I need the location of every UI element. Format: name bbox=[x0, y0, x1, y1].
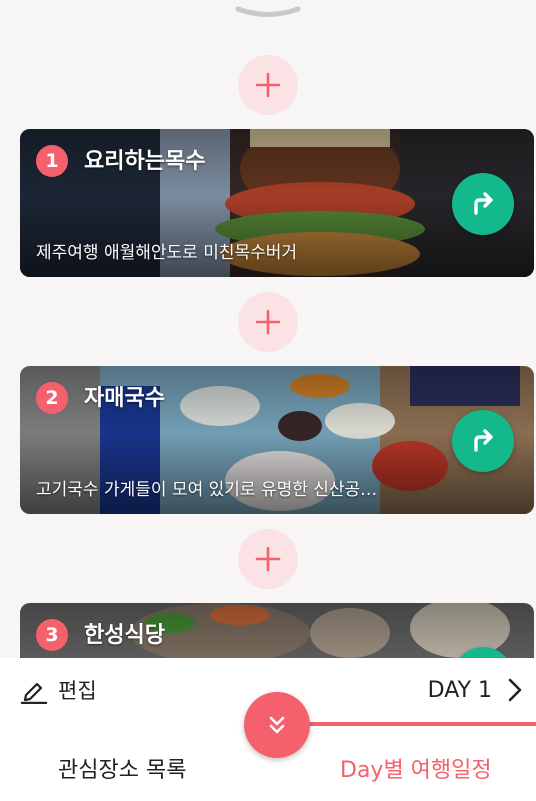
place-card[interactable]: 1 요리하는목수 제주여행 애월해안도로 미친목수버거 bbox=[20, 129, 534, 277]
day-label: DAY 1 bbox=[427, 677, 492, 703]
place-description: 고기국수 가게들이 모여 있기로 유명한 신산공… bbox=[36, 480, 378, 500]
double-chevron-down-icon bbox=[269, 716, 285, 734]
tab-interest-list[interactable]: 관심장소 목록 bbox=[58, 752, 186, 784]
add-place-button[interactable] bbox=[238, 529, 298, 589]
place-title: 자매국수 bbox=[84, 386, 165, 411]
chevron-right-icon bbox=[508, 678, 522, 702]
pencil-icon bbox=[20, 682, 48, 704]
add-place-button[interactable] bbox=[238, 292, 298, 352]
turn-right-arrow-icon bbox=[474, 429, 493, 452]
tab-day-itinerary[interactable]: Day별 여행일정 bbox=[340, 752, 492, 784]
turn-right-arrow-icon bbox=[474, 192, 493, 215]
plus-icon bbox=[255, 309, 281, 335]
collapse-toggle-button[interactable] bbox=[244, 692, 310, 758]
place-number-badge: 1 bbox=[36, 145, 68, 177]
plus-icon bbox=[255, 546, 281, 572]
drag-handle[interactable] bbox=[234, 6, 302, 20]
plus-icon bbox=[255, 72, 281, 98]
directions-button[interactable] bbox=[452, 410, 514, 472]
add-place-button[interactable] bbox=[238, 55, 298, 115]
place-number-badge: 3 bbox=[36, 619, 68, 651]
day-selector[interactable]: DAY 1 bbox=[428, 672, 522, 708]
directions-button[interactable] bbox=[452, 173, 514, 235]
place-title: 한성식당 bbox=[84, 623, 165, 648]
place-description: 제주여행 애월해안도로 미친목수버거 bbox=[36, 243, 298, 263]
place-number-badge: 2 bbox=[36, 382, 68, 414]
edit-label: 편집 bbox=[58, 679, 97, 703]
place-title: 요리하는목수 bbox=[84, 149, 206, 174]
tab-indicator bbox=[276, 722, 536, 726]
place-card[interactable]: 2 자매국수 고기국수 가게들이 모여 있기로 유명한 신산공… bbox=[20, 366, 534, 514]
edit-button[interactable]: 편집 bbox=[20, 672, 97, 708]
